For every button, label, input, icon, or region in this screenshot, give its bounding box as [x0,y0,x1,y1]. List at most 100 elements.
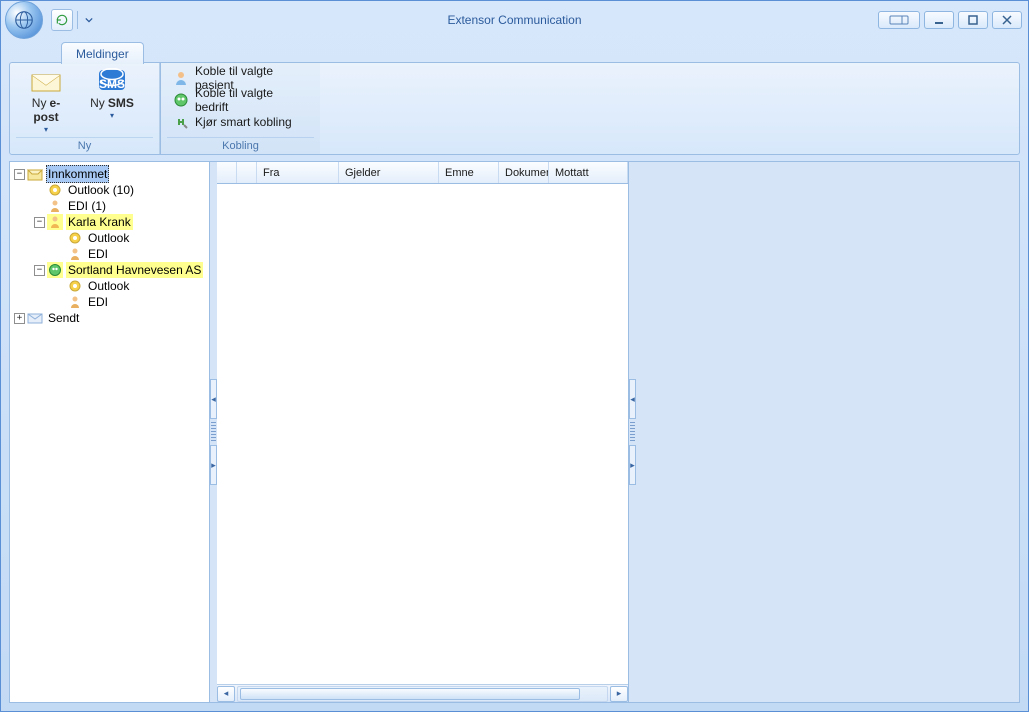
grid-header: Fra Gjelder Emne Dokumer Mottatt [217,162,628,184]
scroll-track[interactable] [237,686,608,702]
ribbon-tabstrip: Meldinger [1,38,1028,62]
preview-pane [636,162,1019,702]
tree-label-karla-edi: EDI [86,246,110,262]
svg-text:SMS: SMS [99,77,125,91]
tree-label-karla: Karla Krank [66,214,133,230]
tree-node-karla-edi[interactable]: EDI [10,246,209,262]
splitter-grip [211,422,216,442]
kjor-smart-label: Kjør smart kobling [195,115,292,129]
sent-icon [27,310,43,326]
horizontal-scrollbar[interactable]: ◂ ▸ [217,684,628,702]
ribbon-group-ny: Ny e-post ▾ SMS Ny SMS ▾ Ny [10,63,160,154]
tree-node-innkommet[interactable]: − Innkommet [10,166,209,182]
smart-link-icon [173,114,189,130]
inbox-icon [27,166,43,182]
ny-sms-label-1: Ny [90,96,105,110]
edi-icon [67,294,83,310]
close-icon [1001,14,1013,26]
tree-label-sortland-edi: EDI [86,294,110,310]
refresh-icon [55,13,69,27]
tree-label-innkommet: Innkommet [46,165,109,183]
tree-label-sortland: Sortland Havnevesen AS [66,262,203,278]
tree-node-karla[interactable]: − Karla Krank [10,214,209,230]
qat-separator [77,11,78,29]
company-icon [47,262,63,278]
qat-refresh-button[interactable] [51,9,73,31]
koble-bedrift-button[interactable]: Koble til valgte bedrift [167,89,314,111]
tree-label-edi-1: EDI (1) [66,198,108,214]
kjor-smart-button[interactable]: Kjør smart kobling [167,111,298,133]
window-controls [874,11,1022,29]
scroll-right-button[interactable]: ▸ [610,686,628,702]
group-label-ny: Ny [16,137,153,152]
group-label-kobling: Kobling [167,137,314,152]
tree-node-outlook-10[interactable]: Outlook (10) [10,182,209,198]
ny-sms-button[interactable]: SMS Ny SMS ▾ [82,67,142,121]
globe-icon [13,9,35,31]
grid-col-fra[interactable]: Fra [257,162,339,183]
ribbon-group-kobling: Koble til valgte pasient Koble til valgt… [160,63,320,154]
sms-icon: SMS [95,69,129,95]
toolbar-icon [889,15,909,25]
grid-body[interactable] [217,184,628,684]
expand-toggle[interactable]: + [14,313,25,324]
tree-node-sortland[interactable]: − Sortland Havnevesen AS [10,262,209,278]
edi-icon [67,246,83,262]
grid-col-dokumenter[interactable]: Dokumer [499,162,549,183]
scroll-left-button[interactable]: ◂ [217,686,235,702]
grid-col-mottatt[interactable]: Mottatt [549,162,628,183]
grid-col-emne[interactable]: Emne [439,162,499,183]
patient-icon [173,70,189,86]
tree-node-sendt[interactable]: + Sendt [10,310,209,326]
tree-label-sendt: Sendt [46,310,81,326]
collapse-left-button[interactable]: ◂ [629,379,636,419]
qat-customize-dropdown[interactable] [82,9,96,31]
tree-label-outlook-10: Outlook (10) [66,182,136,198]
maximize-icon [967,14,979,26]
ny-epost-button[interactable]: Ny e-post ▾ [16,67,76,135]
tree-node-sortland-edi[interactable]: EDI [10,294,209,310]
collapse-toggle[interactable]: − [34,217,45,228]
minimize-icon [933,14,945,26]
grid-col-icon2[interactable] [237,162,257,183]
splitter-grip [630,422,635,442]
grid-col-gjelder[interactable]: Gjelder [339,162,439,183]
tree-node-karla-outlook[interactable]: Outlook [10,230,209,246]
collapse-toggle[interactable]: − [34,265,45,276]
toolbar-mode-button[interactable] [878,11,920,29]
maximize-button[interactable] [958,11,988,29]
splitter-right[interactable]: ◂ ▸ [629,162,636,702]
folder-tree-pane: − Innkommet Outlook (10) [10,162,210,702]
scroll-thumb[interactable] [240,688,580,700]
folder-tree[interactable]: − Innkommet Outlook (10) [10,166,209,326]
titlebar: Extensor Communication [1,1,1028,38]
outlook-icon [47,182,63,198]
tab-meldinger[interactable]: Meldinger [61,42,144,64]
company-icon [173,92,189,108]
app-window: Extensor Communication Meldinger Ny e-po… [0,0,1029,712]
client-area: − Innkommet Outlook (10) [9,161,1020,703]
ribbon: Ny e-post ▾ SMS Ny SMS ▾ Ny Koble til va… [9,62,1020,155]
tree-node-sortland-outlook[interactable]: Outlook [10,278,209,294]
envelope-icon [29,69,63,95]
tree-label-karla-outlook: Outlook [86,230,131,246]
collapse-left-button[interactable]: ◂ [210,379,217,419]
outlook-icon [67,278,83,294]
close-button[interactable] [992,11,1022,29]
outlook-icon [67,230,83,246]
expand-right-button[interactable]: ▸ [629,445,636,485]
edi-icon [47,198,63,214]
splitter-left[interactable]: ◂ ▸ [210,162,217,702]
app-menu-orb[interactable] [5,1,43,39]
chevron-down-icon [85,16,93,24]
grid-col-icon1[interactable] [217,162,237,183]
collapse-toggle[interactable]: − [14,169,25,180]
koble-bedrift-label: Koble til valgte bedrift [195,86,308,114]
chevron-down-icon: ▾ [44,127,48,133]
patient-icon [47,214,63,230]
ny-sms-label-2: SMS [108,96,134,110]
tree-label-sortland-outlook: Outlook [86,278,131,294]
minimize-button[interactable] [924,11,954,29]
expand-right-button[interactable]: ▸ [210,445,217,485]
tree-node-edi-1[interactable]: EDI (1) [10,198,209,214]
